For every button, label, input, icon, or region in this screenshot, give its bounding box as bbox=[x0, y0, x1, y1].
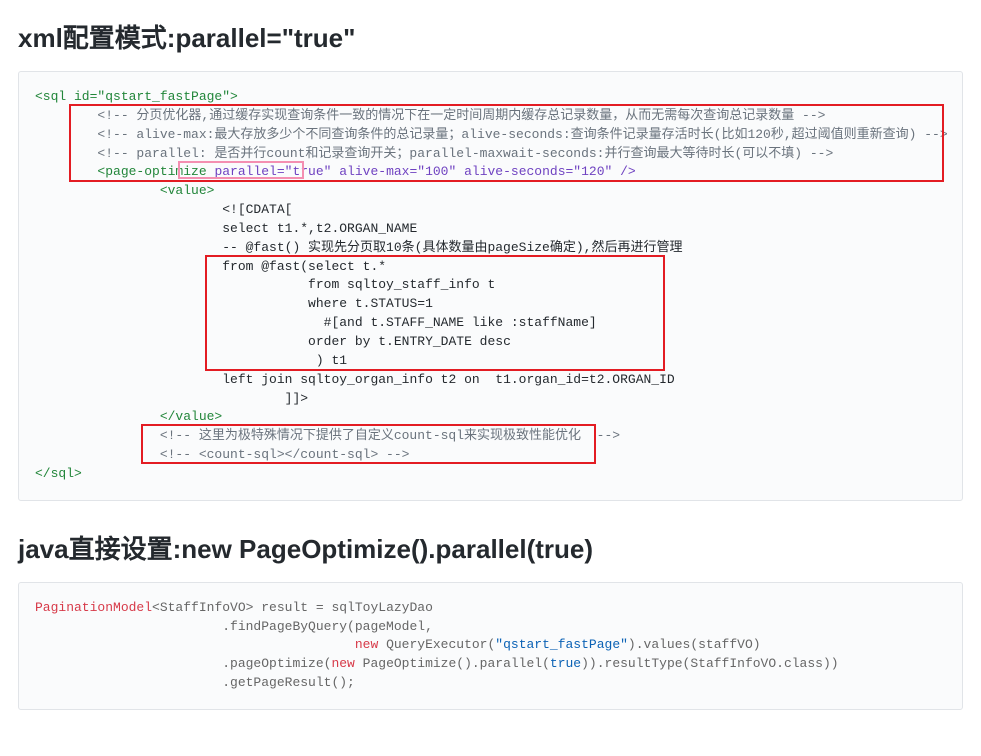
get-page-result: .getPageResult(); bbox=[35, 675, 355, 690]
xml-code-block: <sql id="qstart_fastPage"> <!-- 分页优化器,通过… bbox=[18, 71, 963, 501]
value-close: </value> bbox=[35, 409, 222, 424]
true-literal: true bbox=[550, 656, 581, 671]
indent bbox=[35, 637, 355, 652]
order-by: order by t.ENTRY_DATE desc bbox=[35, 334, 511, 349]
pagination-model: PaginationModel bbox=[35, 600, 152, 615]
value-open: <value> bbox=[35, 183, 214, 198]
count-sql-comment-2: <!-- <count-sql></count-sql> --> bbox=[35, 447, 409, 462]
fast-comment: -- @fast() 实现先分页取10条(具体数量由pageSize确定),然后… bbox=[35, 240, 682, 255]
values-call: ).values(staffVO) bbox=[628, 637, 761, 652]
new-kw-1: new bbox=[355, 637, 378, 652]
parallel-attr: parallel="true" bbox=[214, 164, 331, 179]
cdata-close: ]]> bbox=[35, 391, 308, 406]
from-table: from sqltoy_staff_info t bbox=[35, 277, 495, 292]
code-comment-parallel: <!-- parallel: 是否并行count和记录查询开关；parallel… bbox=[35, 146, 833, 161]
java-code-block: PaginationModel<StaffInfoVO> result = sq… bbox=[18, 582, 963, 710]
xml-mode-heading: xml配置模式:parallel="true" bbox=[18, 18, 963, 55]
java-mode-heading: java直接设置:new PageOptimize().parallel(tru… bbox=[18, 529, 963, 566]
xml-code-pre: <sql id="qstart_fastPage"> <!-- 分页优化器,通过… bbox=[35, 88, 946, 484]
from-fast: from @fast(select t.* bbox=[35, 259, 386, 274]
java-code-pre: PaginationModel<StaffInfoVO> result = sq… bbox=[35, 599, 946, 693]
query-executor: QueryExecutor( bbox=[378, 637, 495, 652]
close-subquery: ) t1 bbox=[35, 353, 347, 368]
code-comment-optimizer: <!-- 分页优化器,通过缓存实现查询条件一致的情况下在一定时间周期内缓存总记录… bbox=[35, 108, 825, 123]
count-sql-comment-1: <!-- 这里为极特殊情况下提供了自定义count-sql来实现极致性能优化 -… bbox=[35, 428, 620, 443]
left-join: left join sqltoy_organ_info t2 on t1.org… bbox=[35, 372, 675, 387]
code-comment-alive: <!-- alive-max:最大存放多少个不同查询条件的总记录量；alive-… bbox=[35, 127, 948, 142]
new-kw-2: new bbox=[331, 656, 354, 671]
result-type: )).resultType(StaffInfoVO.class)) bbox=[581, 656, 838, 671]
cdata-open: <![CDATA[ bbox=[35, 202, 292, 217]
page-optimize-open: <page-optimize bbox=[35, 164, 214, 179]
staff-name-cond: #[and t.STAFF_NAME like :staffName] bbox=[35, 315, 597, 330]
other-attrs: alive-max="100" alive-seconds="120" /> bbox=[331, 164, 635, 179]
code-line: <sql id="qstart_fastPage"> bbox=[35, 89, 238, 104]
page-optimize-call: PageOptimize().parallel( bbox=[355, 656, 550, 671]
sql-close: </sql> bbox=[35, 466, 82, 481]
find-page: .findPageByQuery(pageModel, bbox=[35, 619, 433, 634]
select-line: select t1.*,t2.ORGAN_NAME bbox=[35, 221, 417, 236]
result-decl: <StaffInfoVO> result = sqlToyLazyDao bbox=[152, 600, 433, 615]
sql-id-string: "qstart_fastPage" bbox=[495, 637, 628, 652]
where-status: where t.STATUS=1 bbox=[35, 296, 433, 311]
page-optimize-open: .pageOptimize( bbox=[35, 656, 331, 671]
